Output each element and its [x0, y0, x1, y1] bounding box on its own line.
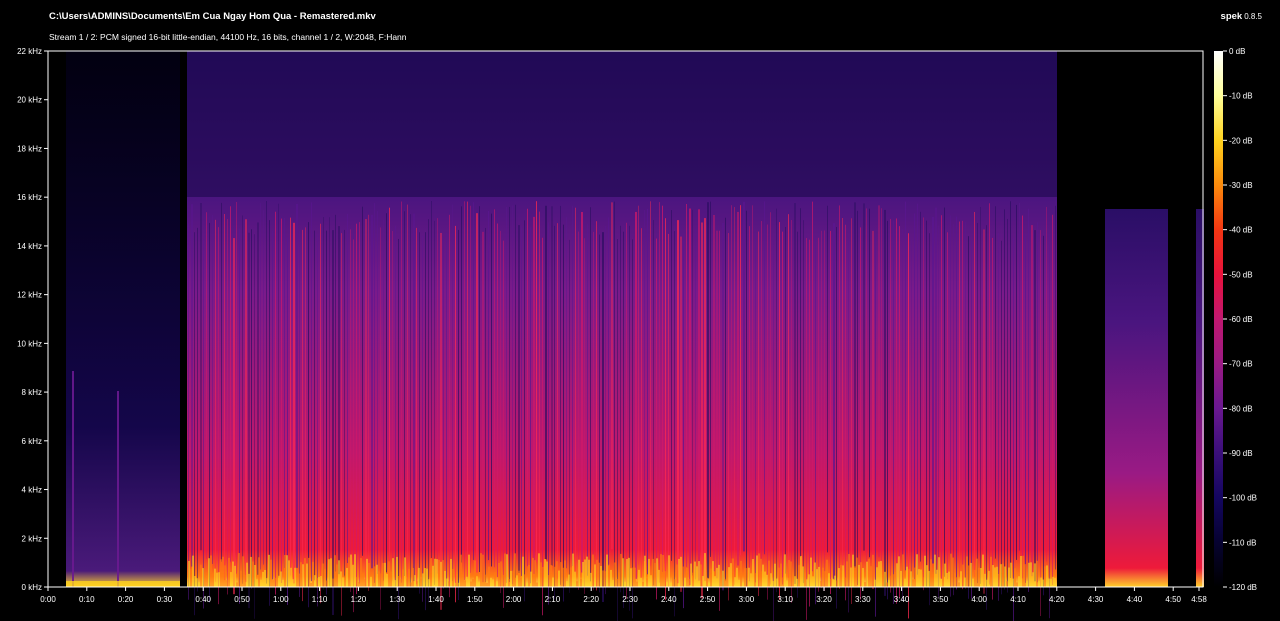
- time-tick-label: 0:50: [234, 595, 250, 604]
- freq-tick-label: 18 kHz: [17, 144, 42, 153]
- time-tick-label: 2:10: [545, 595, 561, 604]
- time-tick-label: 2:40: [661, 595, 677, 604]
- freq-tick-label: 8 kHz: [22, 388, 42, 397]
- time-tick-label: 2:00: [506, 595, 522, 604]
- time-tick-label: 0:20: [118, 595, 134, 604]
- time-tick-label: 2:20: [583, 595, 599, 604]
- level-tick-label: -50 dB: [1229, 270, 1253, 279]
- time-tick-label: 1:50: [467, 595, 483, 604]
- time-tick-label: 2:50: [700, 595, 716, 604]
- level-tick-label: -70 dB: [1229, 360, 1253, 369]
- time-tick-label: 4:58: [1191, 595, 1207, 604]
- time-tick-label: 1:40: [428, 595, 444, 604]
- time-tick-label: 0:30: [157, 595, 173, 604]
- time-tick-label: 1:30: [389, 595, 405, 604]
- level-tick-label: -110 dB: [1229, 538, 1256, 547]
- freq-tick-label: 0 kHz: [22, 583, 42, 592]
- time-tick-label: 4:30: [1088, 595, 1104, 604]
- level-tick-label: -20 dB: [1229, 136, 1253, 145]
- level-tick-label: -40 dB: [1229, 226, 1253, 235]
- time-tick-label: 4:00: [971, 595, 987, 604]
- time-tick-label: 0:00: [40, 595, 56, 604]
- time-tick-label: 0:40: [195, 595, 211, 604]
- level-scale: 0 dB -10 dB -20 dB -30 dB -40 dB -50 dB -60 dB…: [1214, 47, 1257, 592]
- level-tick-label: -30 dB: [1229, 181, 1253, 190]
- freq-tick-label: 22 kHz: [17, 47, 42, 56]
- level-tick-label: -10 dB: [1229, 92, 1253, 101]
- freq-tick-label: 4 kHz: [22, 486, 42, 495]
- level-tick-label: -100 dB: [1229, 494, 1257, 503]
- freq-tick-label: 10 kHz: [17, 339, 42, 348]
- time-tick-label: 1:10: [312, 595, 328, 604]
- time-tick-label: 4:20: [1049, 595, 1065, 604]
- time-tick-label: 4:50: [1165, 595, 1181, 604]
- time-tick-label: 3:50: [933, 595, 949, 604]
- time-tick-label: 4:40: [1127, 595, 1143, 604]
- level-tick-label: -60 dB: [1229, 315, 1253, 324]
- spectrogram-plot: [48, 51, 1204, 621]
- freq-tick-label: 16 kHz: [17, 193, 42, 202]
- time-tick-label: 3:10: [777, 595, 793, 604]
- time-tick-label: 4:10: [1010, 595, 1026, 604]
- freq-tick-label: 12 kHz: [17, 291, 42, 300]
- time-tick-label: 1:00: [273, 595, 289, 604]
- freq-tick-label: 6 kHz: [22, 437, 42, 446]
- freq-tick-label: 2 kHz: [22, 534, 42, 543]
- level-tick-label: -90 dB: [1229, 449, 1253, 458]
- time-tick-label: 0:10: [79, 595, 95, 604]
- freq-tick-label: 14 kHz: [17, 242, 42, 251]
- level-tick-label: 0 dB: [1229, 47, 1245, 56]
- level-tick-label: -120 dB: [1229, 583, 1257, 592]
- time-tick-label: 3:30: [855, 595, 871, 604]
- time-tick-label: 3:40: [894, 595, 910, 604]
- time-tick-label: 2:30: [622, 595, 638, 604]
- time-tick-label: 3:20: [816, 595, 832, 604]
- time-tick-label: 3:00: [739, 595, 755, 604]
- spectrogram-view[interactable]: 0 kHz 2 kHz 4 kHz 6 kHz 8 kHz 10 kHz 12 kHz 14 …: [0, 0, 1280, 621]
- freq-tick-label: 20 kHz: [17, 96, 42, 105]
- level-tick-label: -80 dB: [1229, 404, 1253, 413]
- level-colorbar: [1214, 51, 1223, 587]
- time-tick-label: 1:20: [351, 595, 367, 604]
